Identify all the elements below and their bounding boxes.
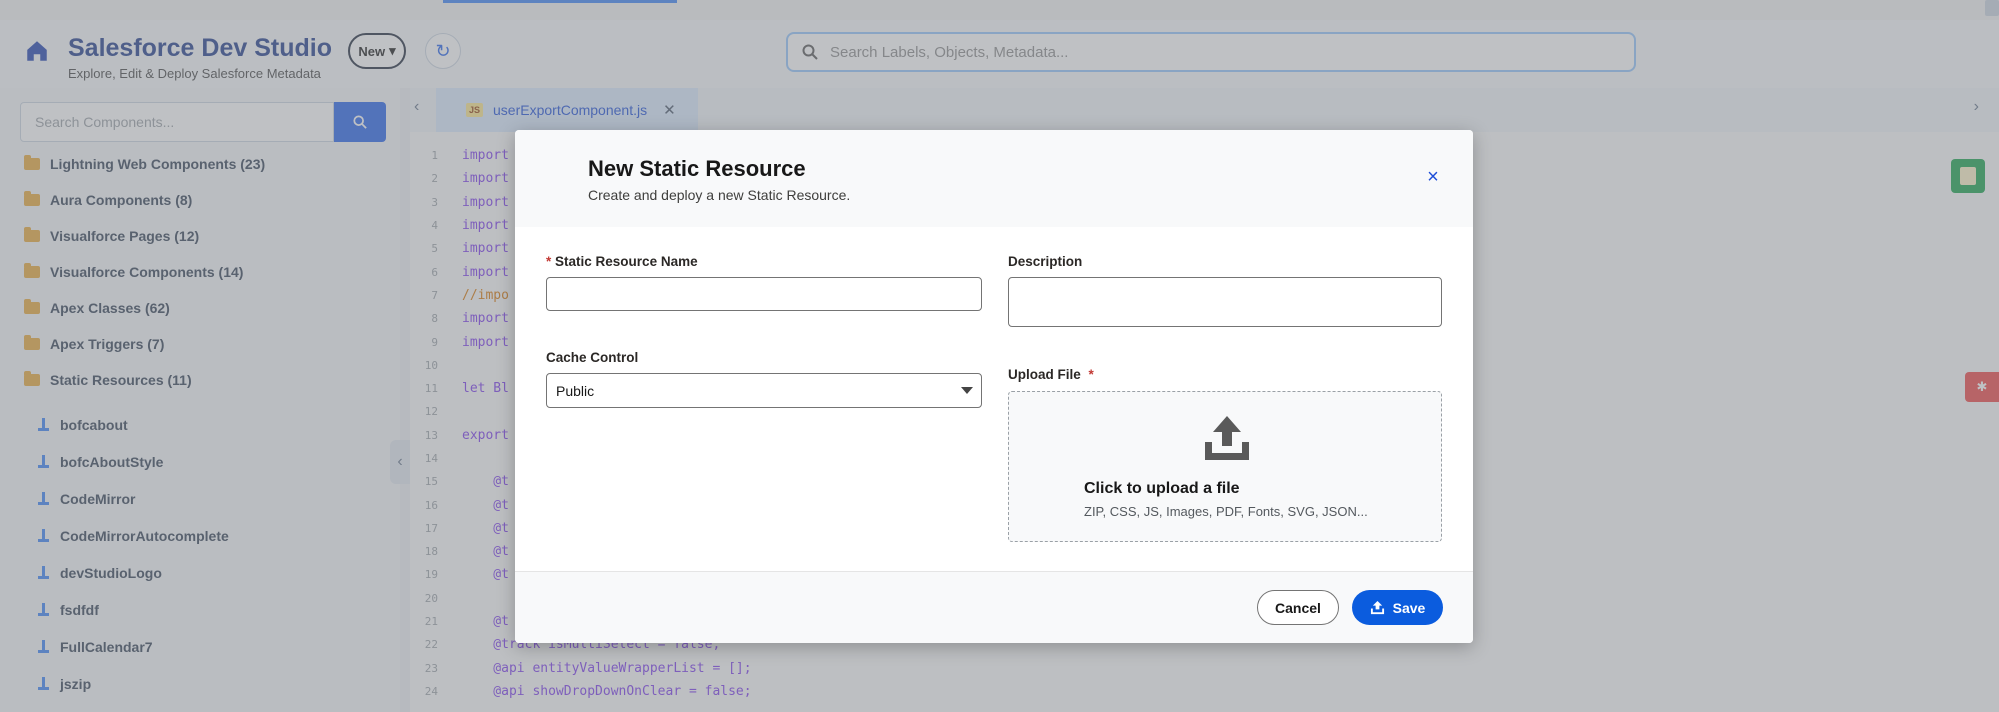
- cache-control-select[interactable]: Public: [546, 373, 982, 408]
- cache-control-label: Cache Control: [546, 350, 639, 365]
- modal-subtitle: Create and deploy a new Static Resource.: [588, 187, 851, 203]
- description-textarea[interactable]: [1009, 278, 1441, 326]
- modal-title: New Static Resource: [588, 156, 806, 181]
- save-button[interactable]: Save: [1352, 590, 1443, 625]
- resource-name-field[interactable]: [546, 277, 982, 311]
- upload-hint: ZIP, CSS, JS, Images, PDF, Fonts, SVG, J…: [1084, 504, 1368, 519]
- required-indicator: *: [1088, 367, 1094, 382]
- modal-body: * Static Resource Name Description Cache…: [515, 227, 1473, 571]
- upload-title: Click to upload a file: [1084, 480, 1240, 497]
- cache-control-value: Public: [556, 382, 595, 399]
- modal-header: New Static Resource Create and deploy a …: [515, 130, 1473, 227]
- caret-down-icon: [961, 387, 973, 394]
- required-indicator: *: [546, 254, 552, 269]
- save-button-label: Save: [1392, 599, 1426, 616]
- resource-name-input[interactable]: [547, 278, 981, 310]
- new-static-resource-modal: New Static Resource Create and deploy a …: [515, 130, 1473, 643]
- upload-icon: [1205, 416, 1249, 460]
- file-upload-dropzone[interactable]: Click to upload a file ZIP, CSS, JS, Ima…: [1008, 391, 1442, 542]
- upload-file-label-text: Upload File: [1008, 367, 1081, 382]
- modal-footer: Cancel Save: [515, 571, 1473, 643]
- upload-icon: [1370, 600, 1384, 615]
- description-label: Description: [1008, 254, 1083, 269]
- resource-name-label-text: Static Resource Name: [555, 254, 698, 269]
- resource-name-label: * Static Resource Name: [546, 254, 698, 269]
- upload-file-label: Upload File *: [1008, 367, 1094, 382]
- close-icon[interactable]: ×: [1424, 167, 1442, 187]
- description-field[interactable]: [1008, 277, 1442, 327]
- cancel-button[interactable]: Cancel: [1257, 590, 1339, 625]
